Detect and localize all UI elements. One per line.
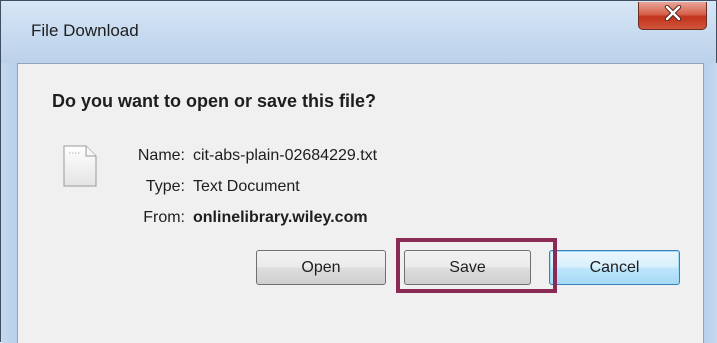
name-value: cit-abs-plain-02684229.txt [193, 147, 378, 164]
close-x-icon [664, 4, 682, 26]
close-button[interactable] [638, 2, 707, 30]
window-frame-left [1, 63, 17, 343]
dialog-question: Do you want to open or save this file? [52, 91, 377, 111]
save-button[interactable]: Save [404, 250, 531, 285]
name-label: Name: [137, 147, 185, 164]
file-download-dialog: File Download Do you want to open or sav… [0, 0, 717, 343]
from-label: From: [143, 209, 185, 226]
dialog-content: Do you want to open or save this file? N… [17, 63, 704, 343]
open-button[interactable]: Open [256, 250, 386, 285]
cancel-button[interactable]: Cancel [549, 250, 680, 285]
type-label: Type: [145, 178, 185, 195]
title-bar[interactable]: File Download [1, 1, 716, 63]
from-value: onlinelibrary.wiley.com [193, 209, 368, 226]
type-value: Text Document [193, 178, 300, 195]
window-frame-right [704, 63, 717, 343]
dialog-title: File Download [31, 21, 139, 40]
